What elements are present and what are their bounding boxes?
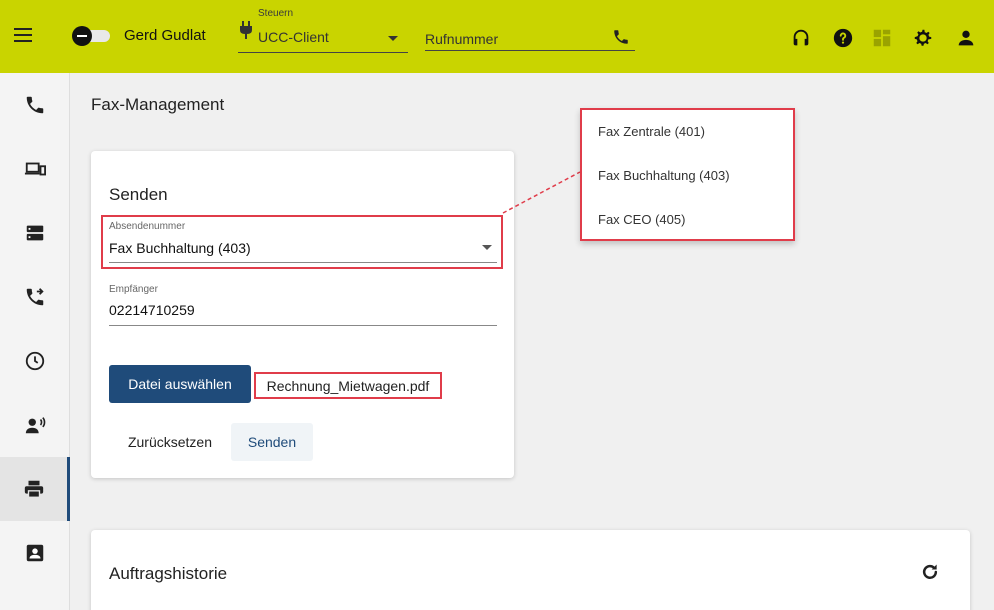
clock-icon [25,351,45,371]
nav-fax[interactable] [0,457,70,521]
control-label: Steuern [258,8,294,19]
status-toggle[interactable] [72,26,110,46]
option-fax-ceo[interactable]: Fax CEO (405) [598,212,685,227]
help-icon[interactable] [832,27,854,49]
page-title: Fax-Management [91,95,225,114]
user-name: Gerd Gudlat [124,27,206,44]
job-history-title: Auftragshistorie [109,564,228,583]
dashboard-icon[interactable] [871,27,893,49]
server-icon [26,225,44,241]
client-select[interactable]: UCC-Client [258,29,329,45]
choose-file-button[interactable]: Datei auswählen [109,365,251,403]
selected-file-name: Rechnung_Mietwagen.pdf [254,372,442,399]
job-history-card: Auftragshistorie [91,530,970,610]
recipient-label: Empfänger [109,284,158,295]
menu-icon[interactable] [14,28,32,42]
nav-voicemail[interactable] [0,393,70,457]
phone-icon[interactable] [612,28,630,46]
recipient-field[interactable]: 02214710259 [109,302,195,318]
client-select-underline [238,52,408,53]
phone-icon [26,96,44,114]
nav-calls[interactable] [0,73,70,137]
send-card-title: Senden [109,185,168,204]
gear-icon[interactable] [912,27,934,49]
nav-history[interactable] [0,329,70,393]
call-forward-icon [26,288,44,306]
refresh-icon[interactable] [920,562,940,582]
contact-card-icon [26,544,44,562]
sender-options-popup: Fax Zentrale (401) Fax Buchhaltung (403)… [580,108,795,241]
option-fax-buchhaltung[interactable]: Fax Buchhaltung (403) [598,168,730,183]
chevron-down-icon[interactable] [388,36,398,41]
headset-icon[interactable] [790,27,812,49]
plug-icon [240,21,252,39]
reset-button[interactable]: Zurücksetzen [109,423,231,461]
send-button[interactable]: Senden [231,423,313,461]
nav-servers[interactable] [0,201,70,265]
option-fax-zentrale[interactable]: Fax Zentrale (401) [598,124,705,139]
voicemail-icon [25,417,46,434]
top-bar: Gerd Gudlat Steuern UCC-Client [0,0,994,73]
nav-call-forwarding[interactable] [0,265,70,329]
send-card: Senden Absendenummer Fax Buchhaltung (40… [91,151,514,478]
nav-devices[interactable] [0,137,70,201]
phone-number-input[interactable] [425,27,635,51]
side-navigation [0,73,70,610]
nav-contacts[interactable] [0,521,70,585]
printer-icon [24,480,43,498]
user-icon[interactable] [955,27,977,49]
devices-icon [24,162,46,176]
recipient-underline [109,325,497,326]
sender-highlight [101,215,503,269]
